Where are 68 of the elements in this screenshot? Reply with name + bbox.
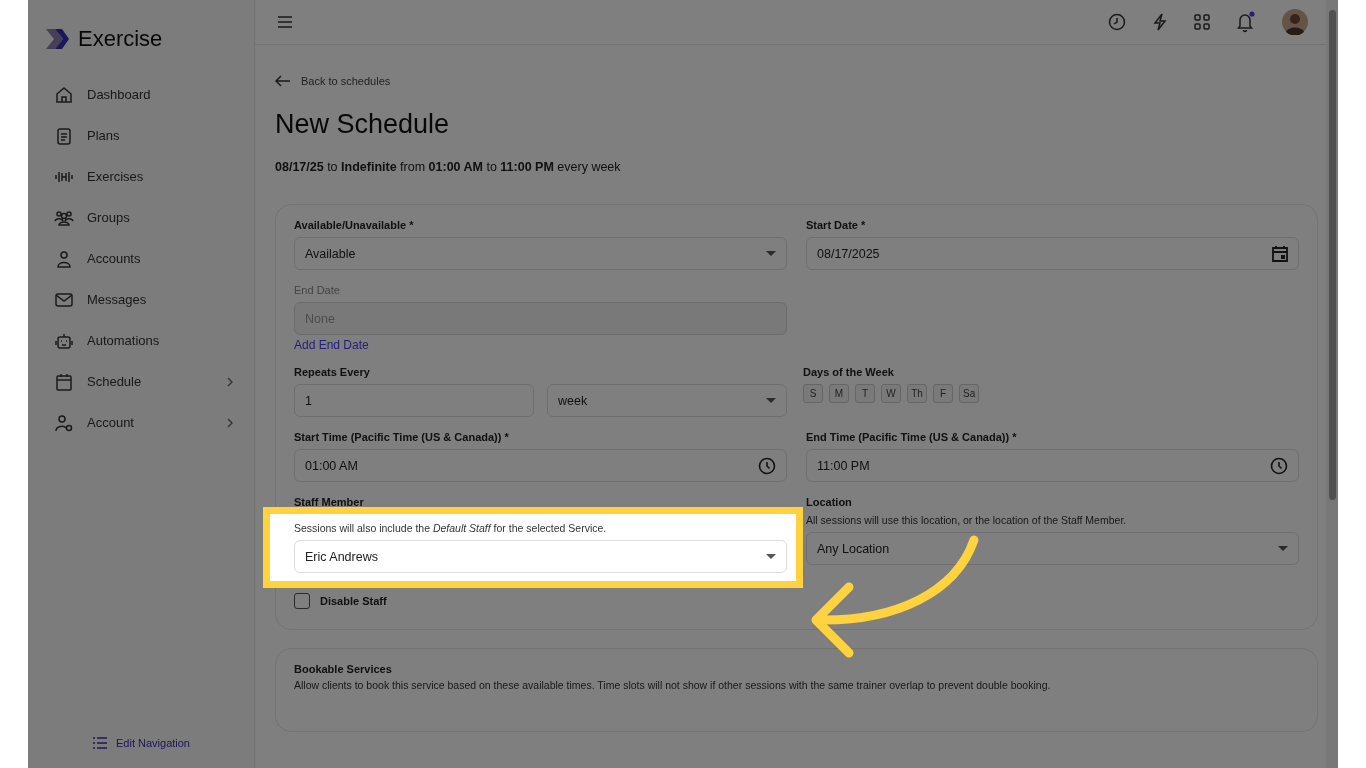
edit-navigation-link[interactable]: Edit Navigation: [92, 736, 190, 750]
end-time-field[interactable]: 11:00 PM: [806, 449, 1299, 482]
app-name: Exercise: [78, 26, 163, 52]
add-end-date-link[interactable]: Add End Date: [294, 338, 787, 352]
caret-icon: [766, 251, 776, 256]
calendar-icon: [54, 371, 74, 392]
section-title: Bookable Services: [294, 663, 393, 675]
field-label: Repeats Every: [294, 366, 371, 378]
person-gear-icon: [54, 412, 74, 433]
field-label: Available/Unavailable *: [294, 219, 415, 231]
home-icon: [54, 84, 74, 105]
day-toggle[interactable]: Sa: [959, 384, 980, 403]
schedule-summary: 08/17/25 to Indefinite from 01:00 AM to 11:00 PM every week: [275, 160, 622, 174]
avatar-icon[interactable]: [1282, 9, 1308, 35]
field-label: Staff Member: [294, 496, 365, 508]
page-title: New Schedule: [275, 109, 451, 140]
start-time-field[interactable]: 01:00 AM: [294, 449, 787, 482]
sidebar-item[interactable]: Schedule: [44, 361, 254, 402]
clipboard-icon: [54, 125, 74, 146]
arrow-left-icon: [275, 75, 291, 87]
field-label: End Date: [294, 284, 341, 296]
back-link[interactable]: Back to schedules: [275, 75, 1318, 87]
list-icon: [92, 736, 108, 750]
field-label: Days of the Week: [803, 366, 895, 378]
checkbox[interactable]: [294, 593, 310, 609]
day-toggle[interactable]: W: [881, 384, 901, 403]
caret-icon: [1278, 546, 1288, 551]
field-label: End Time (Pacific Time (US & Canada)) *: [806, 431, 1018, 443]
menu-icon[interactable]: [277, 15, 293, 29]
field-label: Start Date *: [806, 219, 867, 231]
sidebar-item[interactable]: Exercises: [44, 156, 254, 197]
sidebar-item[interactable]: Groups: [44, 197, 254, 238]
day-toggle[interactable]: M: [829, 384, 849, 403]
field-hint: All sessions will use this location, or the location of the Staff Member.: [806, 514, 1128, 526]
sidebar-item[interactable]: Plans: [44, 115, 254, 156]
staff-dropdown[interactable]: Eric Andrews: [294, 540, 787, 573]
repeat-unit-dropdown[interactable]: week: [547, 384, 787, 417]
clock-icon[interactable]: [1270, 456, 1288, 475]
repeat-count-field[interactable]: 1: [294, 384, 534, 417]
chevron-icon: [226, 416, 234, 429]
scrollbar-thumb[interactable]: [1328, 10, 1336, 500]
day-toggle[interactable]: F: [933, 384, 953, 403]
person-icon: [54, 248, 74, 269]
day-toggle[interactable]: S: [803, 384, 823, 403]
sidebar-item[interactable]: Account: [44, 402, 254, 443]
caret-icon: [766, 398, 776, 403]
sidebar-item[interactable]: Dashboard: [44, 74, 254, 115]
section-description: Allow clients to book this service based on these available times. Time slots will not show if other sessions with the same trainer overlap to prevent double booking.: [294, 679, 1052, 691]
logo-icon: [44, 26, 70, 52]
location-dropdown[interactable]: Any Location: [806, 532, 1299, 565]
availability-dropdown[interactable]: Available: [294, 237, 787, 270]
field-label: Location: [806, 496, 853, 508]
chevron-icon: [226, 375, 234, 388]
field-label: Start Time (Pacific Time (US & Canada)) *: [294, 431, 510, 443]
day-toggle[interactable]: T: [855, 384, 875, 403]
start-date-field[interactable]: 08/17/2025: [806, 237, 1299, 270]
grid-icon[interactable]: [1194, 14, 1210, 30]
day-toggle[interactable]: Th: [907, 384, 927, 403]
lightning-icon[interactable]: [1152, 13, 1168, 31]
sidebar-item[interactable]: Automations: [44, 320, 254, 361]
sidebar-item[interactable]: Messages: [44, 279, 254, 320]
clock-icon[interactable]: [1108, 13, 1126, 31]
caret-icon: [766, 554, 776, 559]
clock-icon[interactable]: [758, 456, 776, 475]
sidebar-item[interactable]: Accounts: [44, 238, 254, 279]
checkbox-label: Disable Staff: [320, 595, 387, 607]
calendar-icon[interactable]: [1272, 245, 1288, 262]
bell-icon[interactable]: [1236, 11, 1256, 33]
